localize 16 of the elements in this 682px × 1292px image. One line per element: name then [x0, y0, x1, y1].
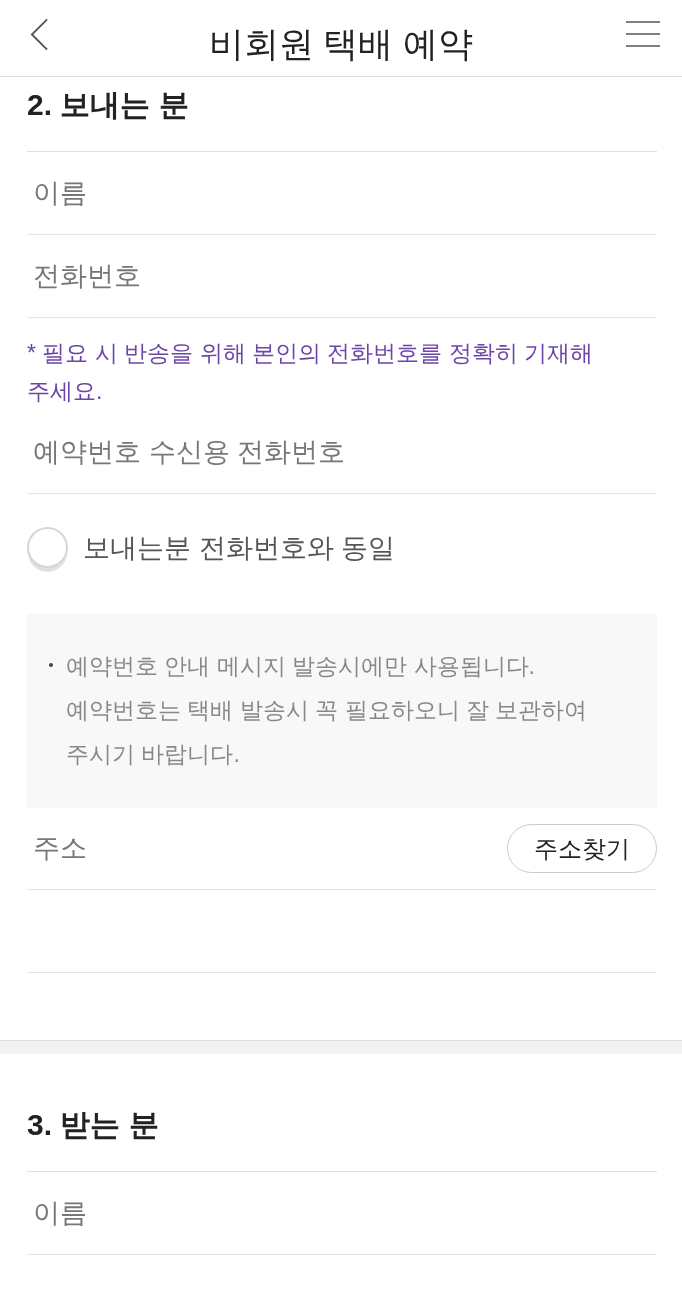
- checkbox[interactable]: [27, 527, 68, 568]
- page-title: 비회원 택배 예약: [207, 23, 475, 65]
- section-heading: 3. 받는 분: [27, 1107, 160, 1143]
- input-field[interactable]: 예약번호 수신용 전화번호: [27, 411, 657, 494]
- input-field[interactable]: 이름: [27, 152, 657, 235]
- find-address-button[interactable]: 주소찾기: [507, 824, 657, 873]
- notice-text: 예약번호 안내 메시지 발송시에만 사용됩니다. 예약번호는 택배 발송시 꼭 필요하오니 잘 보관하여 주시기 바랍니다.: [66, 652, 589, 769]
- input-field[interactable]: 주소: [27, 808, 507, 889]
- input-field[interactable]: 전화번호: [27, 235, 657, 318]
- input-field[interactable]: 이름: [27, 1172, 657, 1255]
- bullet-icon: [49, 663, 53, 667]
- back-icon: [30, 17, 49, 51]
- section-heading: 2. 보내는 분: [27, 87, 190, 123]
- checkbox-label: 보내는분 전화번호와 동일: [83, 531, 395, 565]
- menu-icon: [626, 21, 660, 47]
- note-text: * 필요 시 반송을 위해 본인의 전화번호를 정확히 기재해 주세요.: [27, 339, 595, 406]
